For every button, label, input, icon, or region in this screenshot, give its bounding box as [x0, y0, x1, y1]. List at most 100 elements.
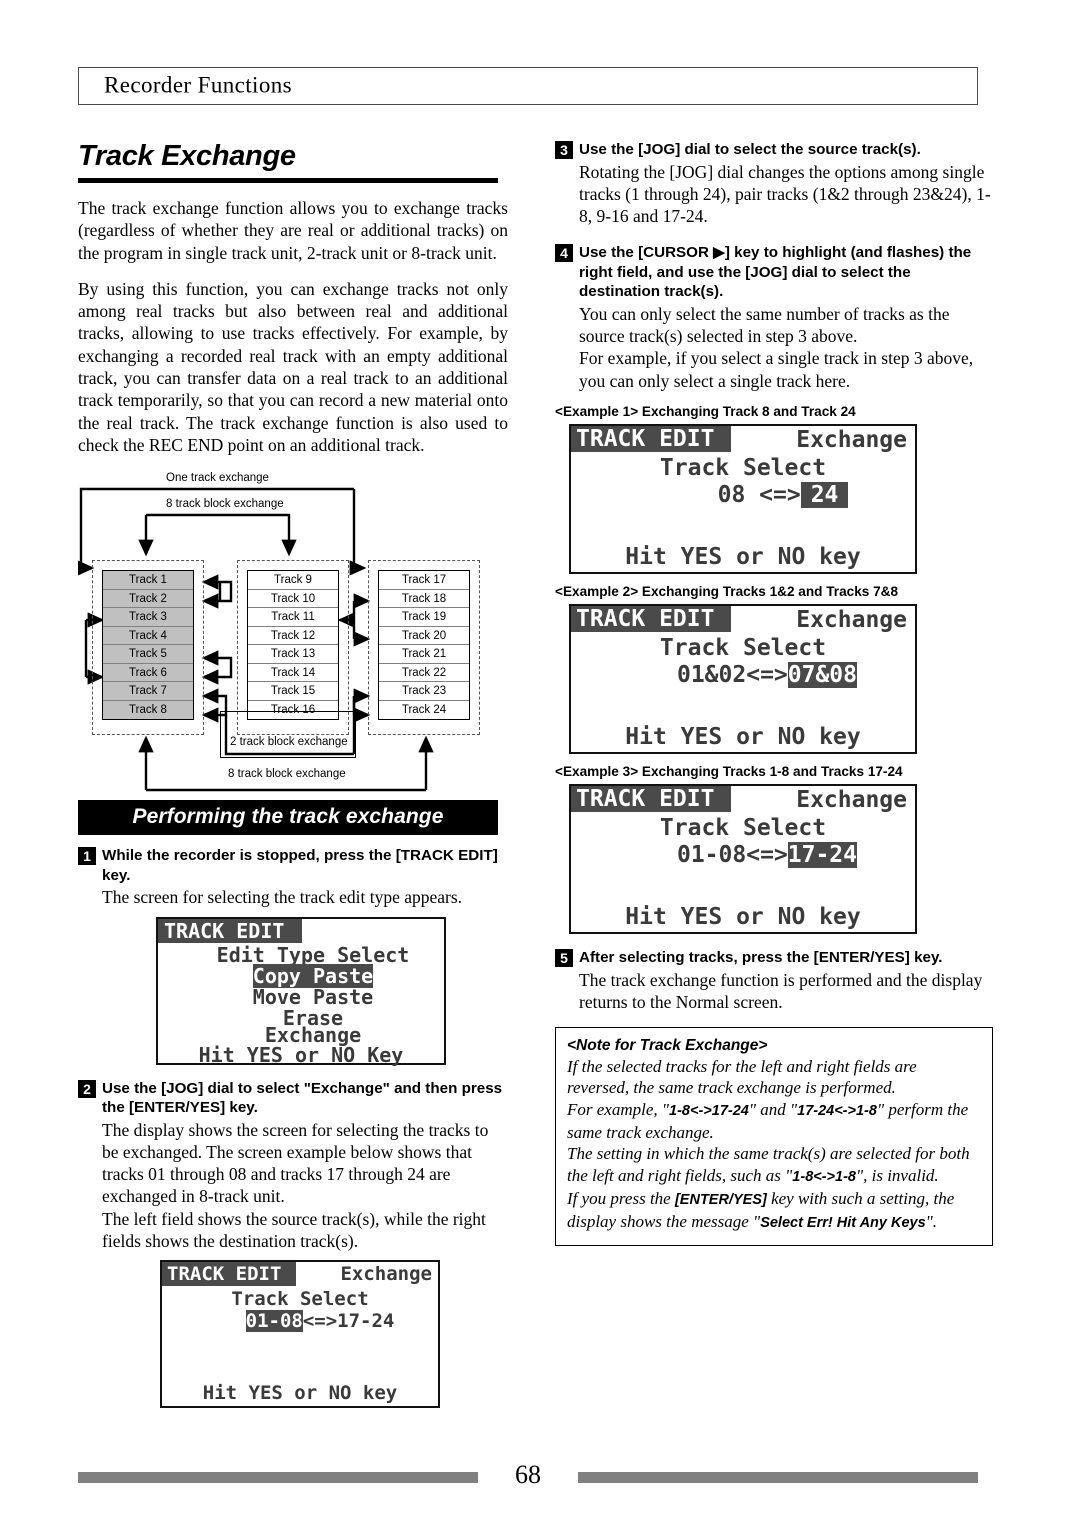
- diagram-block-3: Track 17 Track 18 Track 19 Track 20 Trac…: [378, 570, 470, 721]
- lcd-screen-track-select: TRACK EDIT Exchange Track Select 01-08<=…: [160, 1260, 440, 1409]
- ex1-title-text: TRACK EDIT: [576, 426, 715, 453]
- ex2-dest-field[interactable]: 07&08: [787, 662, 858, 689]
- diagram-track-cell: Track 7: [103, 682, 193, 701]
- step-2-body-1: The display shows the screen for selecti…: [102, 1119, 489, 1207]
- ex3-tab-slant: [714, 786, 730, 813]
- example-2-caption: <Example 2> Exchanging Tracks 1&2 and Tr…: [555, 584, 899, 600]
- ex3-selection-row: 01-08<=>17-24: [571, 842, 939, 869]
- step-1-body: The screen for selecting the track edit …: [102, 887, 463, 908]
- diagram-2track-box: [220, 711, 356, 759]
- section-title-rule: [78, 178, 498, 183]
- ex1-title-tab: TRACK EDIT: [571, 426, 732, 453]
- lcd-screen-example-3: TRACK EDIT Exchange Track Select 01-08<=…: [569, 784, 917, 935]
- step-1: 1 While the recorder is stopped, press t…: [78, 846, 508, 908]
- step-1-heading-text: While the recorder is stopped, press the…: [102, 847, 498, 884]
- note-line-3: The setting in which the same track(s) a…: [567, 1144, 970, 1185]
- diagram-track-cell: Track 19: [379, 608, 469, 627]
- step-2: 2 Use the [JOG] dial to select "Exchange…: [78, 1079, 508, 1253]
- ex3-title-tab: TRACK EDIT: [571, 786, 732, 813]
- lcd1-title-text: TRACK EDIT: [164, 918, 285, 943]
- step-5-body: The track exchange function is performed…: [579, 969, 983, 1012]
- ex2-title-text: TRACK EDIT: [576, 606, 715, 633]
- page-header-title: Recorder Functions: [104, 72, 292, 98]
- diagram-track-cell: Track 12: [248, 626, 338, 646]
- ex2-tab-slant: [714, 606, 730, 633]
- step-3: 3 Use the [JOG] dial to select the sourc…: [555, 140, 993, 227]
- footer-rule-left: [78, 1472, 478, 1483]
- diagram-track-cell: Track 14: [248, 663, 338, 683]
- note-line-4: If you press the [ENTER/YES] key with su…: [567, 1188, 955, 1232]
- step-4-number: 4: [555, 244, 573, 263]
- diagram-track-cell: Track 23: [379, 682, 469, 701]
- ex3-source-field[interactable]: 01-08: [677, 842, 746, 868]
- step-2-body-2: The left field shows the source track(s)…: [102, 1208, 486, 1252]
- ex2-selection-row: 01&02<=>07&08: [571, 662, 939, 689]
- intro-paragraph-2: By using this function, you can exchange…: [78, 278, 508, 455]
- diagram-label-8track-bottom: 8 track block exchange: [228, 768, 346, 781]
- step-2-heading-text: Use the [JOG] dial to select "Exchange" …: [102, 1079, 503, 1117]
- ex2-line-track-select: Track Select: [659, 635, 827, 662]
- ex1-tab-slant: [714, 426, 730, 453]
- step-4: 4 Use the [CURSOR ▶] key to highlight (a…: [555, 243, 993, 392]
- ex3-title-right: Exchange: [796, 787, 907, 814]
- ex2-title-tab: TRACK EDIT: [571, 606, 732, 633]
- lcd2-title-right: Exchange: [340, 1263, 432, 1286]
- ex1-source-field[interactable]: 08: [718, 482, 746, 508]
- diagram-track-cell: Track 20: [379, 626, 469, 646]
- page-number: 68: [515, 1460, 541, 1489]
- step-3-body: Rotating the [JOG] dial changes the opti…: [579, 161, 991, 227]
- ex3-exchange-symbol: <=>: [746, 842, 788, 869]
- lcd2-selection-row: 01-08<=>17-24: [162, 1310, 458, 1333]
- diagram-track-cell: Track 11: [248, 608, 338, 627]
- diagram-track-cell: Track 2: [103, 589, 193, 609]
- note-line-2: For example, "1-8<->17-24" and "17-24<->…: [567, 1099, 969, 1143]
- step-2-body: The display shows the screen for selecti…: [78, 1119, 508, 1253]
- ex3-footer: Hit YES or NO key: [625, 904, 861, 931]
- right-column: 3 Use the [JOG] dial to select the sourc…: [555, 140, 993, 1246]
- step-2-heading: 2 Use the [JOG] dial to select "Exchange…: [78, 1079, 508, 1118]
- diagram-track-cell: Track 4: [103, 626, 193, 646]
- diagram-track-cell: Track 21: [379, 645, 469, 664]
- note-title: <Note for Track Exchange>: [567, 1037, 768, 1055]
- lcd2-dest-field[interactable]: 17-24: [337, 1310, 394, 1332]
- lcd2-footer: Hit YES or NO key: [202, 1382, 398, 1405]
- subsection-bar-heading: Performing the track exchange: [78, 800, 498, 836]
- diagram-track-cell: Track 18: [379, 589, 469, 609]
- lcd2-source-field[interactable]: 01-08: [245, 1310, 303, 1333]
- lcd1-tab-slant: [284, 918, 299, 943]
- diagram-track-cell: Track 5: [103, 645, 193, 664]
- ex3-dest-field[interactable]: 17-24: [787, 842, 858, 869]
- lcd-screen-example-1: TRACK EDIT Exchange Track Select 08 <=> 2…: [569, 424, 917, 575]
- note-box: <Note for Track Exchange> If the selecte…: [555, 1027, 993, 1246]
- ex2-exchange-symbol: <=>: [746, 662, 788, 689]
- lcd2-title-text: TRACK EDIT: [167, 1263, 282, 1286]
- ex1-exchange-symbol: <=>: [759, 482, 801, 509]
- lcd2-title-tab: TRACK EDIT: [162, 1262, 297, 1287]
- diagram-track-cell: Track 8: [103, 700, 193, 720]
- example-2-block: <Example 2> Exchanging Tracks 1&2 and Tr…: [555, 584, 993, 755]
- ex2-title-right: Exchange: [796, 607, 907, 634]
- manual-page: Recorder Functions Track Exchange The tr…: [0, 0, 1080, 1528]
- ex3-title-text: TRACK EDIT: [576, 786, 715, 813]
- section-title: Track Exchange: [78, 140, 296, 172]
- lcd1-title-tab: TRACK EDIT: [158, 918, 303, 943]
- lcd-screen-example-2: TRACK EDIT Exchange Track Select 01&02<=…: [569, 604, 917, 755]
- example-1-caption: <Example 1> Exchanging Track 8 and Track…: [555, 404, 856, 420]
- ex2-source-field[interactable]: 01&02: [677, 662, 746, 688]
- step-1-heading: 1 While the recorder is stopped, press t…: [78, 846, 508, 885]
- step-4-heading: 4 Use the [CURSOR ▶] key to highlight (a…: [555, 243, 993, 302]
- lcd2-line-track-select: Track Select: [231, 1288, 369, 1311]
- diagram-track-cell: Track 3: [103, 608, 193, 627]
- step-4-heading-text: Use the [CURSOR ▶] key to highlight (and…: [579, 244, 972, 301]
- step-5-number: 5: [555, 949, 573, 968]
- left-column: Track Exchange The track exchange functi…: [78, 140, 508, 1409]
- step-2-number: 2: [78, 1079, 96, 1098]
- diagram-track-cell: Track 15: [248, 682, 338, 701]
- step-4-body: You can only select the same number of t…: [555, 303, 993, 392]
- step-3-heading-text: Use the [JOG] dial to select the source …: [579, 141, 921, 158]
- ex1-dest-field[interactable]: 24: [800, 482, 849, 509]
- footer-rule-right: [578, 1472, 978, 1483]
- ex3-line-track-select: Track Select: [659, 815, 827, 842]
- diagram-track-cell: Track 6: [103, 663, 193, 683]
- diagram-label-2track: 2 track block exchange: [230, 736, 348, 749]
